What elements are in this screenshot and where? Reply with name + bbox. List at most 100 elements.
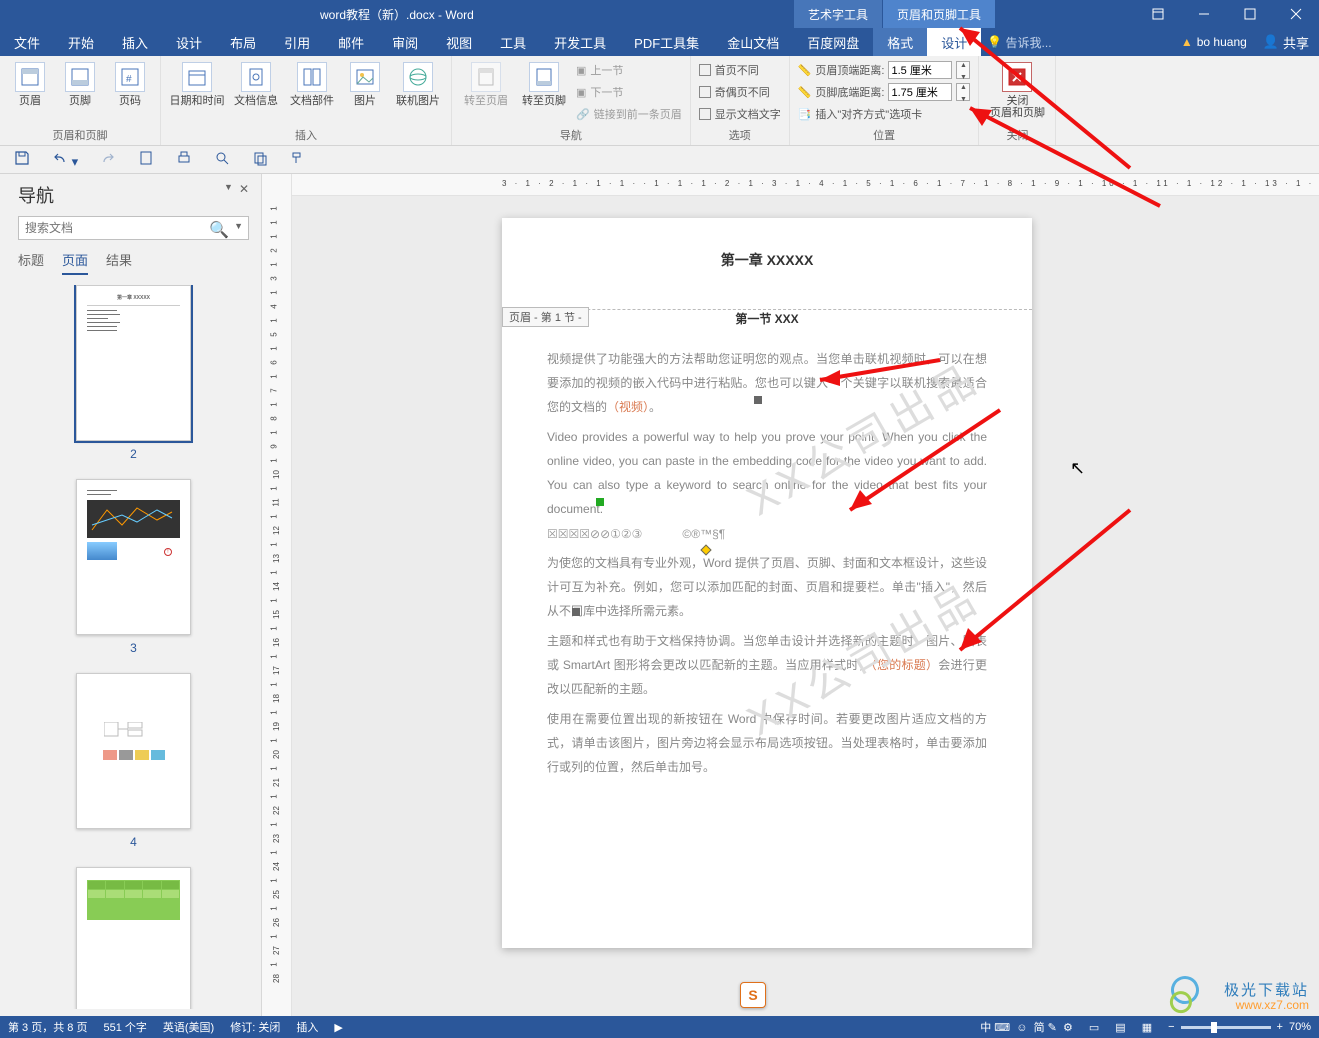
tab-review[interactable]: 审阅 bbox=[378, 28, 432, 56]
picture-button[interactable]: 图片 bbox=[343, 60, 387, 107]
group-close-label: 关闭 bbox=[987, 125, 1047, 143]
search-icon[interactable]: 🔍 bbox=[209, 220, 229, 240]
diff-first-checkbox[interactable]: 首页不同 bbox=[699, 60, 781, 80]
docinfo-button[interactable]: 文档信息 bbox=[231, 60, 281, 107]
ime-status[interactable]: 中 ⌨ ☺ 简 ✎ ⚙ bbox=[980, 1019, 1073, 1035]
footer-bot-label: 📏 bbox=[798, 86, 812, 99]
footer-bot-input[interactable] bbox=[888, 83, 952, 101]
paste-icon[interactable] bbox=[252, 150, 268, 169]
syms-a: ☒☒☒☒⊘⊘①②③ bbox=[547, 527, 642, 541]
thumb-page-4[interactable]: 4 bbox=[18, 673, 249, 849]
tab-mailings[interactable]: 邮件 bbox=[324, 28, 378, 56]
tab-tools[interactable]: 工具 bbox=[486, 28, 540, 56]
header-button[interactable]: 页眉 bbox=[8, 60, 52, 107]
tab-design[interactable]: 设计 bbox=[162, 28, 216, 56]
tab-home[interactable]: 开始 bbox=[54, 28, 108, 56]
share-button[interactable]: 👤共享 bbox=[1253, 28, 1319, 56]
document-canvas[interactable]: 页眉 - 第 1 节 - 第一章 XXXXX 第一节 XXX 视频提供了功能强大… bbox=[292, 196, 1319, 1016]
tab-insert[interactable]: 插入 bbox=[108, 28, 162, 56]
ribbon-options-icon[interactable] bbox=[1135, 0, 1181, 28]
status-words[interactable]: 551 个字 bbox=[103, 1019, 146, 1035]
horizontal-ruler[interactable]: 3 · 1 · 2 · 1 · 1 · 1 · · 1 · 1 · 1 · 2 … bbox=[292, 174, 1319, 196]
zoom-slider[interactable] bbox=[1181, 1026, 1271, 1029]
quickparts-button[interactable]: 文档部件 bbox=[287, 60, 337, 107]
close-hf-button[interactable]: 关闭页眉和页脚 bbox=[987, 60, 1047, 119]
diff-odd-checkbox[interactable]: 奇偶页不同 bbox=[699, 82, 781, 102]
thumb-page-2[interactable]: 第一章 XXXXX▬▬▬▬▬▬▬▬▬▬▬▬▬▬▬▬▬▬▬▬▬▬▬▬▬▬▬▬▬▬▬… bbox=[18, 285, 249, 461]
show-doc-checkbox[interactable]: 显示文档文字 bbox=[699, 104, 781, 124]
tab-hf-design[interactable]: 设计 bbox=[927, 28, 981, 56]
status-insert[interactable]: 插入 bbox=[296, 1019, 318, 1035]
goto-footer-button[interactable]: 转至页脚 bbox=[518, 60, 570, 107]
tab-wps[interactable]: 金山文档 bbox=[713, 28, 793, 56]
format-painter-icon[interactable] bbox=[290, 150, 306, 169]
print-icon[interactable] bbox=[176, 150, 192, 169]
user-area[interactable]: ▲bo huang bbox=[1175, 28, 1253, 56]
nav-tab-pages[interactable]: 页面 bbox=[62, 250, 88, 275]
page-number-button[interactable]: #页码 bbox=[108, 60, 152, 107]
thumb-page-5[interactable] bbox=[18, 867, 249, 1009]
online-picture-button[interactable]: 联机图片 bbox=[393, 60, 443, 107]
context-tab-wordart[interactable]: 艺术字工具 bbox=[793, 0, 882, 28]
view-web-icon[interactable]: ▦ bbox=[1142, 1021, 1152, 1034]
tell-me-text: 告诉我... bbox=[1006, 34, 1052, 51]
zoom-control[interactable]: − + 70% bbox=[1168, 1021, 1311, 1033]
tab-baidu[interactable]: 百度网盘 bbox=[793, 28, 873, 56]
vertical-ruler[interactable]: 1112131415161718191101111121131141151161… bbox=[262, 174, 292, 1016]
group-opt-label: 选项 bbox=[699, 125, 781, 143]
goto-header-button[interactable]: 转至页眉 bbox=[460, 60, 512, 107]
header-top-input[interactable] bbox=[888, 61, 952, 79]
view-print-icon[interactable]: ▤ bbox=[1115, 1021, 1125, 1034]
symbol-line[interactable]: ☒☒☒☒⊘⊘①②③©®™§¶ bbox=[502, 521, 1032, 547]
tab-pdf[interactable]: PDF工具集 bbox=[620, 28, 713, 56]
close-window-button[interactable] bbox=[1273, 0, 1319, 28]
new-icon[interactable] bbox=[138, 150, 154, 169]
nav-tab-results[interactable]: 结果 bbox=[106, 250, 132, 275]
tell-me[interactable]: 💡 告诉我... bbox=[987, 28, 1051, 56]
tab-references[interactable]: 引用 bbox=[270, 28, 324, 56]
search-dropdown-icon[interactable]: ▼ bbox=[234, 221, 243, 231]
body-text[interactable]: 视频提供了功能强大的方法帮助您证明您的观点。当您单击联机视频时，可以在想要添加的… bbox=[502, 327, 1032, 521]
ime-badge[interactable]: S bbox=[740, 982, 766, 1008]
spinner-icon[interactable]: ▲▼ bbox=[956, 83, 970, 101]
view-read-icon[interactable]: ▭ bbox=[1089, 1021, 1099, 1034]
tab-developer[interactable]: 开发工具 bbox=[540, 28, 620, 56]
link-prev-button[interactable]: 🔗 链接到前一条页眉 bbox=[576, 104, 682, 124]
preview-icon[interactable] bbox=[214, 150, 230, 169]
goto-footer-label: 转至页脚 bbox=[522, 95, 566, 107]
prev-label: 上一节 bbox=[590, 62, 623, 78]
thumb-page-3[interactable]: ▬▬▬▬▬▬▬▬▬▬▬▬▬▬▬▬▬▬!3 bbox=[18, 479, 249, 655]
thumb-num: 3 bbox=[130, 641, 137, 655]
maximize-button[interactable] bbox=[1227, 0, 1273, 28]
page[interactable]: 页眉 - 第 1 节 - 第一章 XXXXX 第一节 XXX 视频提供了功能强大… bbox=[502, 218, 1032, 948]
zoom-in-icon[interactable]: + bbox=[1277, 1021, 1283, 1033]
spinner-icon[interactable]: ▲▼ bbox=[956, 61, 970, 79]
tab-layout[interactable]: 布局 bbox=[216, 28, 270, 56]
prev-section-button[interactable]: ▣ 上一节 bbox=[576, 60, 682, 80]
undo-icon[interactable]: ▾ bbox=[52, 150, 78, 170]
status-page[interactable]: 第 3 页，共 8 页 bbox=[8, 1019, 87, 1035]
tab-format[interactable]: 格式 bbox=[873, 28, 927, 56]
insert-align-tab-button[interactable]: 📑 插入"对齐方式"选项卡 bbox=[798, 104, 971, 124]
context-tab-header-footer[interactable]: 页眉和页脚工具 bbox=[882, 0, 995, 28]
status-lang[interactable]: 英语(美国) bbox=[163, 1019, 214, 1035]
nav-dropdown-icon[interactable]: ▼ bbox=[224, 182, 233, 192]
footer-button[interactable]: 页脚 bbox=[58, 60, 102, 107]
redo-icon[interactable] bbox=[100, 150, 116, 169]
nav-close-icon[interactable]: ✕ bbox=[239, 182, 249, 196]
header-zone[interactable]: 页眉 - 第 1 节 - bbox=[502, 218, 1032, 310]
datetime-label: 日期和时间 bbox=[170, 95, 225, 107]
macro-icon[interactable]: ▶ bbox=[334, 1021, 342, 1034]
body-text-2[interactable]: 为使您的文档具有专业外观，Word 提供了页眉、页脚、封面和文本框设计，这些设计… bbox=[502, 547, 1032, 779]
zoom-out-icon[interactable]: − bbox=[1168, 1021, 1174, 1033]
datetime-button[interactable]: 日期和时间 bbox=[169, 60, 225, 107]
minimize-button[interactable] bbox=[1181, 0, 1227, 28]
nav-tab-headings[interactable]: 标题 bbox=[18, 250, 44, 275]
save-icon[interactable] bbox=[14, 150, 30, 169]
ribbon-tabs: 文件 开始 插入 设计 布局 引用 邮件 审阅 视图 工具 开发工具 PDF工具… bbox=[0, 28, 1319, 56]
status-track[interactable]: 修订: 关闭 bbox=[230, 1019, 280, 1035]
zoom-level[interactable]: 70% bbox=[1289, 1021, 1311, 1033]
next-section-button[interactable]: ▣ 下一节 bbox=[576, 82, 682, 102]
tab-view[interactable]: 视图 bbox=[432, 28, 486, 56]
tab-file[interactable]: 文件 bbox=[0, 28, 54, 56]
